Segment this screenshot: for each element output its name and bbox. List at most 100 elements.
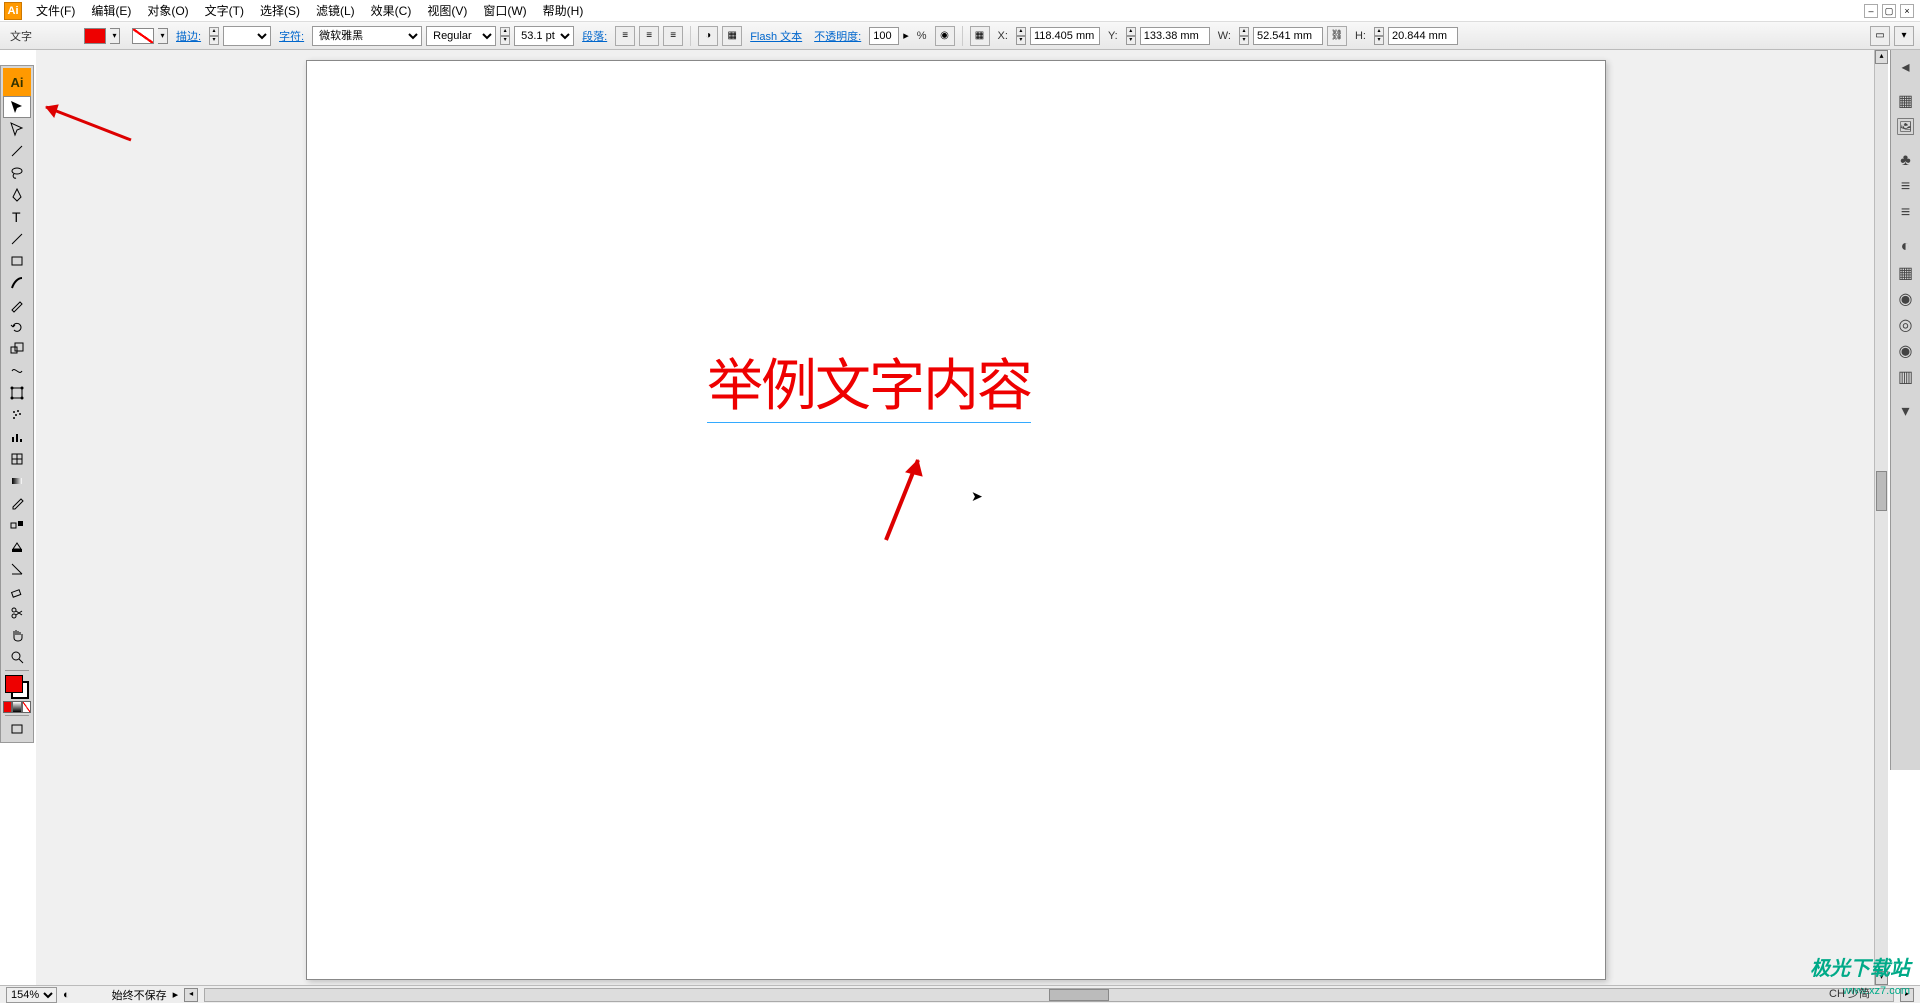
transparency-panel-icon[interactable]: ◉ (1894, 288, 1918, 310)
scale-tool[interactable] (3, 338, 31, 360)
rectangle-tool[interactable] (3, 250, 31, 272)
brushes-panel-icon[interactable]: ≡ (1894, 176, 1918, 198)
screen-mode-tool[interactable] (3, 718, 31, 740)
menu-help[interactable]: 帮助(H) (535, 2, 592, 19)
font-size-spinner[interactable]: ▴▾ (500, 27, 510, 45)
pencil-tool[interactable] (3, 294, 31, 316)
menu-object[interactable]: 对象(O) (139, 2, 196, 19)
minimize-button[interactable]: – (1864, 4, 1878, 18)
opacity-label-link[interactable]: 不透明度: (810, 28, 865, 44)
horizontal-scrollbar[interactable] (204, 988, 1894, 1002)
screen-mode-button[interactable]: ▭ (1870, 26, 1890, 46)
hand-tool[interactable] (3, 624, 31, 646)
stroke-swatch[interactable] (132, 28, 154, 44)
paragraph-label-link[interactable]: 段落: (578, 28, 611, 44)
artboard-nav-icon[interactable]: ◐ (63, 989, 70, 1001)
color-mode-row[interactable] (3, 701, 31, 713)
flash-text-link[interactable]: Flash 文本 (746, 28, 806, 44)
status-menu-icon[interactable]: ▸ (173, 988, 179, 1001)
font-style-select[interactable]: Regular (426, 26, 496, 46)
more-panel-icon[interactable]: ▾ (1894, 400, 1918, 422)
pen-tool[interactable] (3, 184, 31, 206)
eraser-tool[interactable] (3, 580, 31, 602)
graph-tool[interactable] (3, 426, 31, 448)
character-label-link[interactable]: 字符: (275, 28, 308, 44)
gradient-tool[interactable] (3, 470, 31, 492)
h-spinner[interactable]: ▴▾ (1374, 27, 1384, 45)
color-panel-icon[interactable]: 🖼 (1894, 116, 1918, 138)
zoom-tool[interactable] (3, 646, 31, 668)
blend-tool[interactable] (3, 514, 31, 536)
scissors-tool[interactable] (3, 602, 31, 624)
rotate-tool[interactable] (3, 316, 31, 338)
stroke-label-link[interactable]: 描边: (172, 28, 205, 44)
x-input[interactable] (1030, 27, 1100, 45)
menu-select[interactable]: 选择(S) (252, 2, 308, 19)
close-button[interactable]: × (1900, 4, 1914, 18)
align-right-button[interactable]: ≡ (663, 26, 683, 46)
fill-color-icon[interactable] (5, 675, 23, 693)
tools-panel-icon[interactable]: ▦ (1894, 90, 1918, 112)
maximize-button[interactable]: ▢ (1882, 4, 1896, 18)
lasso-tool[interactable] (3, 162, 31, 184)
symbols-panel-icon[interactable]: ≡ (1894, 202, 1918, 224)
h-input[interactable] (1388, 27, 1458, 45)
menu-effect[interactable]: 效果(C) (363, 2, 420, 19)
menu-view[interactable]: 视图(V) (419, 2, 475, 19)
stroke-spinner[interactable]: ▴▾ (209, 27, 219, 45)
fill-stroke-control[interactable] (3, 673, 31, 701)
symbol-sprayer-tool[interactable] (3, 404, 31, 426)
menu-window[interactable]: 窗口(W) (475, 2, 534, 19)
vertical-scrollbar[interactable]: ▴ ▾ (1874, 50, 1888, 985)
menu-type[interactable]: 文字(T) (197, 2, 252, 19)
opacity-input[interactable] (869, 27, 899, 45)
y-spinner[interactable]: ▴▾ (1126, 27, 1136, 45)
link-wh-button[interactable]: ⛓ (1327, 26, 1347, 46)
warp-tool[interactable] (3, 360, 31, 382)
line-tool[interactable] (3, 228, 31, 250)
scroll-left-button[interactable]: ◂ (184, 988, 198, 1002)
fill-swatch[interactable] (84, 28, 106, 44)
type-tool[interactable]: T (3, 206, 31, 228)
gradient-panel-icon[interactable]: ▦ (1894, 262, 1918, 284)
menu-filter[interactable]: 滤镜(L) (308, 2, 363, 19)
paintbrush-tool[interactable] (3, 272, 31, 294)
w-input[interactable] (1253, 27, 1323, 45)
live-paint-tool[interactable] (3, 536, 31, 558)
panel-collapse-icon[interactable]: ◂ (1894, 56, 1918, 78)
fill-dropdown[interactable]: ▾ (110, 28, 120, 44)
swatches-panel-icon[interactable]: ♣ (1894, 150, 1918, 172)
menu-file[interactable]: 文件(F) (28, 2, 83, 19)
slice-tool[interactable] (3, 558, 31, 580)
transform-anchor-button[interactable]: ▦ (970, 26, 990, 46)
x-spinner[interactable]: ▴▾ (1016, 27, 1026, 45)
hscroll-thumb[interactable] (1049, 989, 1109, 1001)
scroll-up-button[interactable]: ▴ (1875, 50, 1888, 64)
envelope-button[interactable]: ▦ (722, 26, 742, 46)
stroke-dropdown[interactable]: ▾ (158, 28, 168, 44)
appearance-panel-icon[interactable]: ◎ (1894, 314, 1918, 336)
vscroll-thumb[interactable] (1876, 471, 1887, 511)
w-spinner[interactable]: ▴▾ (1239, 27, 1249, 45)
direct-selection-tool[interactable] (3, 118, 31, 140)
canvas-area[interactable]: 举例文字内容 ➤ (36, 50, 1888, 985)
stroke-panel-icon[interactable]: ◐ (1894, 236, 1918, 258)
align-left-button[interactable]: ≡ (615, 26, 635, 46)
layers-panel-icon[interactable]: ▥ (1894, 366, 1918, 388)
sample-text-object[interactable]: 举例文字内容 (707, 341, 1031, 423)
graphic-styles-panel-icon[interactable]: ◉ (1894, 340, 1918, 362)
font-family-select[interactable]: 微软雅黑 (312, 26, 422, 46)
font-size-select[interactable]: 53.1 pt (514, 26, 574, 46)
mesh-tool[interactable] (3, 448, 31, 470)
recolor-button[interactable]: ◉ (935, 26, 955, 46)
magic-wand-tool[interactable] (3, 140, 31, 162)
controlbar-menu-button[interactable]: ▾ (1894, 26, 1914, 46)
align-center-button[interactable]: ≡ (639, 26, 659, 46)
eyedropper-tool[interactable] (3, 492, 31, 514)
zoom-select[interactable]: 154% (6, 987, 57, 1003)
y-input[interactable] (1140, 27, 1210, 45)
selection-tool[interactable] (3, 96, 31, 118)
stroke-weight-select[interactable] (223, 26, 271, 46)
free-transform-tool[interactable] (3, 382, 31, 404)
warp-button[interactable]: ◑ (698, 26, 718, 46)
